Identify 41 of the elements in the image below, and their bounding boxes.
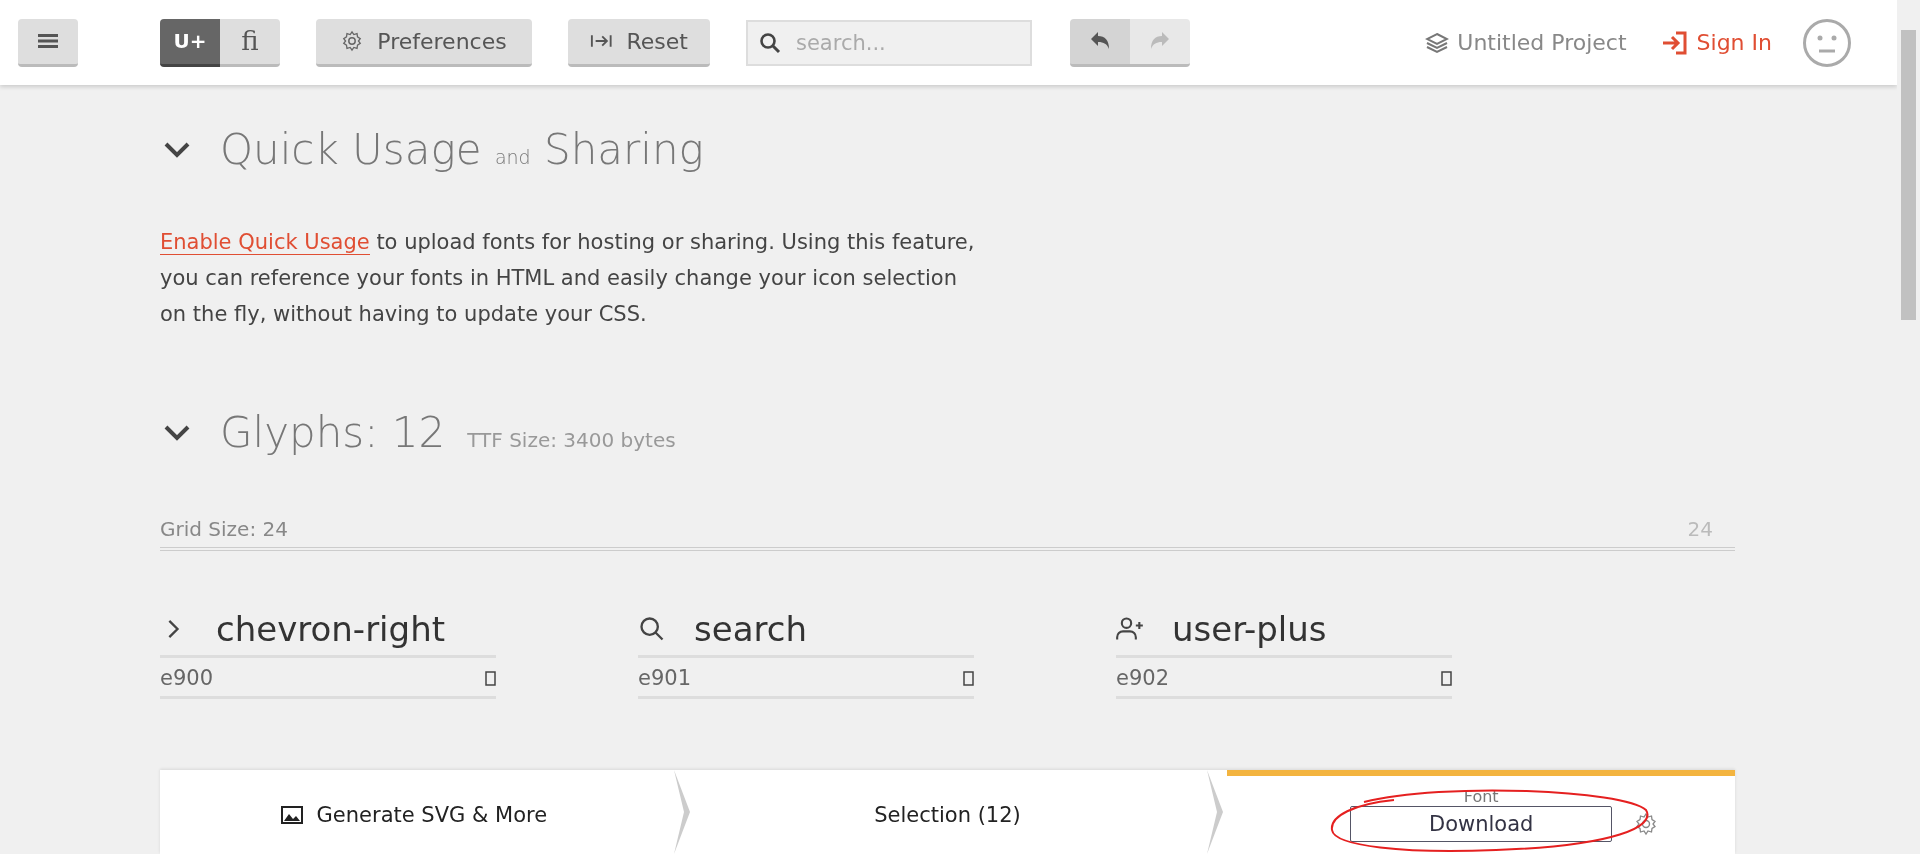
sign-in-link[interactable]: Sign In (1660, 30, 1772, 55)
redo-icon (1149, 31, 1171, 51)
ttf-size-label: TTF Size: 3400 bytes (467, 428, 676, 452)
settings-icon (341, 30, 364, 52)
undo-icon (1089, 31, 1111, 51)
layers-icon (1425, 31, 1450, 54)
reset-button[interactable]: Reset (568, 18, 710, 67)
glyph-name: search (694, 609, 807, 649)
section-title: Quick Usage and Sharing (220, 125, 704, 174)
menu-icon (38, 33, 58, 49)
glyph-box-icon (485, 670, 496, 686)
menu-button[interactable] (18, 18, 78, 67)
section-title: Glyphs: 12 (220, 408, 446, 457)
glyph-code: e900 (160, 666, 213, 690)
glyph-name: user-plus (1172, 609, 1327, 649)
search-field[interactable]: search... (746, 19, 1032, 66)
download-button[interactable]: Download (1350, 806, 1613, 842)
enable-quick-usage-link[interactable]: Enable Quick Usage (160, 230, 370, 255)
glyph-box-icon (1441, 670, 1452, 686)
undo-button[interactable] (1070, 18, 1130, 67)
search-icon (758, 30, 782, 55)
bottom-bar-tab[interactable]: Generate SVG & More (160, 770, 668, 854)
glyph-code: e902 (1116, 666, 1169, 690)
selection-label: Selection (12) (874, 803, 1021, 827)
glyph-code: e901 (638, 666, 691, 690)
project-link[interactable]: Untitled Project (1425, 30, 1627, 55)
mode-tab[interactable]: fi (220, 18, 280, 67)
glyph-name: chevron-right (216, 609, 446, 649)
settings-icon[interactable] (1634, 812, 1659, 836)
mode-tab[interactable]: U+ (160, 18, 220, 67)
image-icon (280, 806, 303, 824)
quick-usage-paragraph: Enable Quick Usage to upload fonts for hosting or sharing. Using this feature, you can reference your fonts in HTML and easily change your icon selection on the fly, without having to update your CSS. (160, 229, 976, 328)
glyph-icon (638, 615, 666, 643)
bottom-bar-tab[interactable]: Selection (12) (693, 770, 1202, 854)
grid-size-label: Grid Size: 24 (160, 517, 288, 541)
sign-in-icon (1660, 30, 1687, 55)
preferences-button[interactable]: Preferences (316, 18, 532, 67)
tab-icon (590, 33, 613, 49)
generate-label: Generate SVG & More (316, 803, 548, 827)
glyph-icon (1116, 615, 1144, 643)
glyph-box-icon (963, 670, 974, 686)
